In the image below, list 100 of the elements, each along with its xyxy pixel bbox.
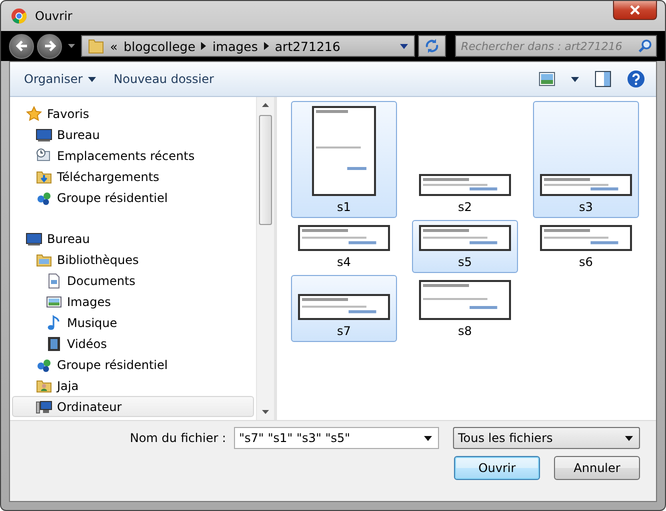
scroll-thumb[interactable] [259,115,272,225]
address-bar[interactable]: « blogcollege images art271216 [81,35,415,57]
dropdown-caret-icon [625,436,633,440]
chevron-icon [264,42,269,50]
monitor-icon [36,126,52,142]
help-icon [627,70,645,88]
nav-item[interactable]: Bureau [12,124,254,145]
breadcrumb-overflow[interactable]: « [110,38,118,54]
file-item[interactable]: s7 [291,275,397,342]
file-item[interactable]: s3 [533,101,639,218]
nav-label: Bureau [47,232,90,246]
file-item[interactable]: s5 [412,220,518,273]
caret-icon [571,76,579,82]
document-icon [46,272,62,288]
nav-label: Documents [67,274,136,288]
nav-item[interactable]: Favoris [12,103,254,124]
nav-item[interactable]: Emplacements récents [12,145,254,166]
app-logo-icon [11,8,27,24]
file-name: s5 [458,255,472,269]
search-field[interactable]: Rechercher dans : art271216 [455,35,657,57]
filename-field[interactable]: "s7" "s1" "s3" "s5" [234,427,439,449]
dropdown-caret-icon[interactable] [400,44,408,48]
chevron-icon [201,42,206,50]
nav-label: Bibliothèques [57,252,139,266]
scrollbar[interactable] [256,97,274,420]
search-icon [638,39,652,53]
caret-icon[interactable] [68,44,75,48]
window-title: Ouvrir [35,9,72,23]
dropdown-caret-icon[interactable] [424,436,432,441]
file-name: s2 [458,200,472,214]
nav-label: Groupe résidentiel [57,358,168,372]
scroll-up-icon [262,103,269,107]
file-type-dropdown[interactable]: Tous les fichiers [453,427,640,449]
refresh-icon [424,38,440,54]
arrow-right-icon [42,39,56,53]
nav-label: Jaja [57,378,79,392]
file-item[interactable]: s2 [412,101,518,218]
refresh-button[interactable] [418,35,446,57]
folder-icon [36,378,52,394]
music-note-icon [46,314,62,330]
nav-item[interactable]: Documents [12,270,254,291]
film-icon [46,336,62,352]
file-name: s8 [458,324,472,338]
nav-item[interactable]: Groupe résidentiel [12,354,254,375]
forward-button[interactable] [37,34,62,58]
nav-item[interactable]: Musique [12,312,254,333]
new-folder-button[interactable]: Nouveau dossier [110,69,218,89]
nav-item[interactable]: Jaja [12,375,254,396]
breadcrumb[interactable]: images [212,38,258,54]
nav-label: Téléchargements [57,170,160,184]
file-name: s4 [337,255,351,269]
view-button[interactable] [536,70,558,88]
nav-label: Images [67,294,111,308]
breadcrumb[interactable]: blogcollege [124,38,196,54]
preview-pane-button[interactable] [592,69,614,89]
nav-item[interactable]: Bibliothèques [12,249,254,270]
caret-icon [88,76,96,82]
network-icon [36,356,52,372]
monitor-icon [26,230,42,246]
nav-label: Bureau [57,128,100,142]
nav-item[interactable]: Images [12,291,254,312]
file-type-value: Tous les fichiers [458,431,553,445]
cancel-button[interactable]: Annuler [554,456,640,480]
network-icon [36,190,52,206]
nav-item[interactable]: Bureau [12,228,254,249]
nav-item[interactable]: Ordinateur [12,396,254,417]
nav-label: Groupe résidentiel [57,190,168,204]
close-icon [630,5,640,15]
folder-icon [88,38,104,54]
nav-label: Musique [67,316,118,330]
file-name: s6 [579,255,593,269]
image-icon [46,294,62,310]
file-name: s7 [337,324,351,338]
file-item[interactable]: s4 [291,220,397,273]
back-button[interactable] [9,34,34,58]
file-item[interactable]: s8 [412,275,518,342]
file-item[interactable]: s1 [291,101,397,218]
open-button[interactable]: Ouvrir [454,456,540,480]
organize-menu-button[interactable]: Organiser [20,69,100,89]
scroll-down-icon [262,410,269,414]
nav-label: Vidéos [67,336,107,350]
star-icon [26,106,42,122]
folder-icon [36,168,52,184]
nav-label: Emplacements récents [57,148,195,162]
folder-icon [36,252,52,268]
nav-item[interactable]: Vidéos [12,333,254,354]
filename-label: Nom du fichier : [130,431,226,445]
file-item[interactable]: s6 [533,220,639,273]
clock-icon [36,148,52,164]
view-options-button[interactable] [568,74,582,84]
computer-icon [36,398,52,414]
close-button[interactable] [613,1,657,20]
arrow-left-icon [14,39,28,53]
panel-icon [595,71,611,87]
nav-item[interactable]: Téléchargements [12,166,254,187]
nav-item[interactable]: Groupe résidentiel [12,187,254,208]
file-name: s3 [579,200,593,214]
breadcrumb[interactable]: art271216 [274,38,340,54]
nav-label: Favoris [47,106,90,120]
nav-label: Ordinateur [57,400,122,414]
